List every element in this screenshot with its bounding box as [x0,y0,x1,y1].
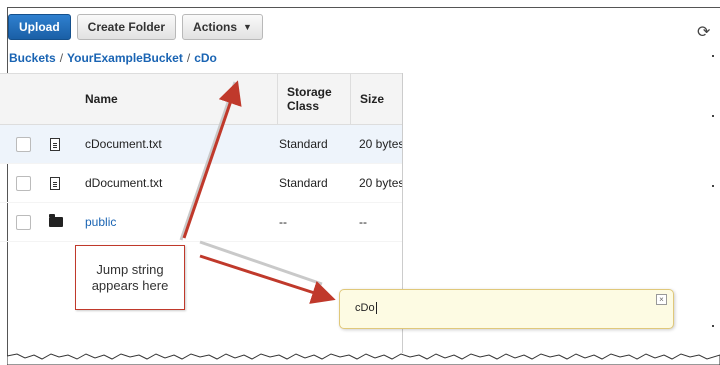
arrow-to-breadcrumb [182,80,242,239]
jump-string-box[interactable]: cDo × [339,289,674,329]
arrow-to-jump-box [199,254,336,304]
annotation-callout: Jump string appears here [75,245,185,310]
torn-edge [7,353,720,365]
jump-string-value: cDo [355,302,375,314]
close-icon[interactable]: × [656,294,667,305]
arrow-shadow [179,81,237,241]
